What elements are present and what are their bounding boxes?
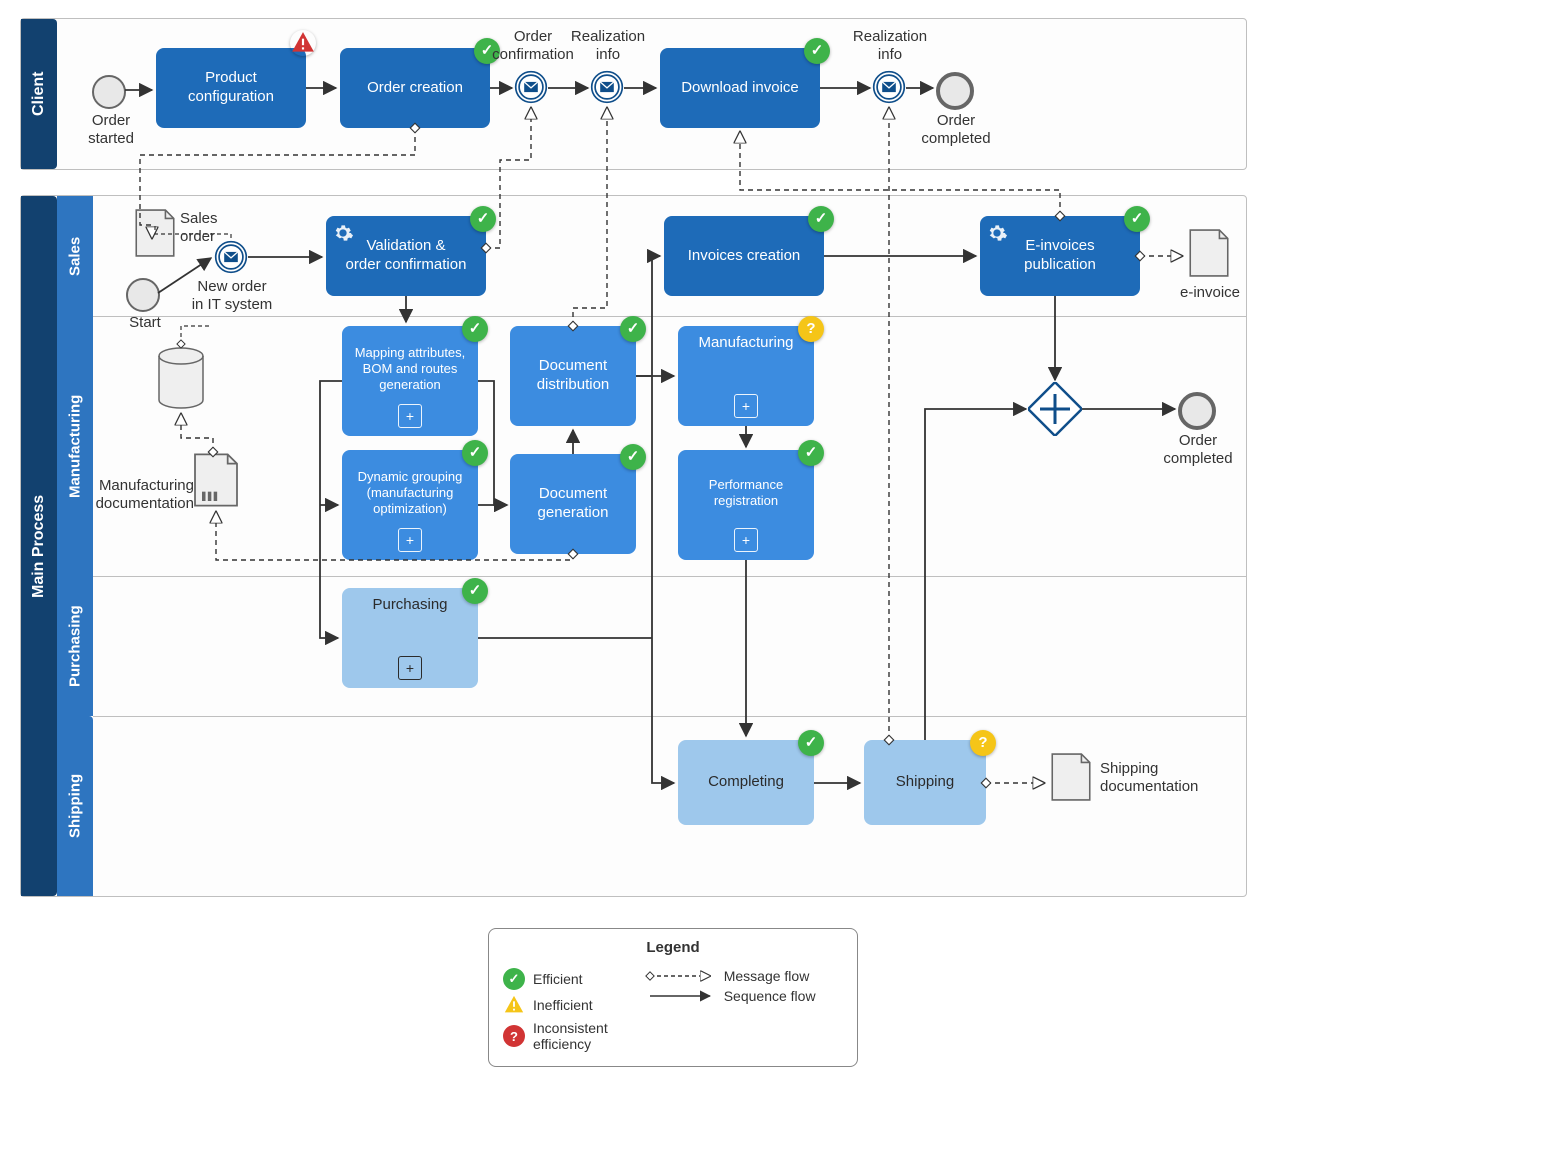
event-order-completed-client — [936, 72, 974, 110]
lane-manufacturing-label: Manufacturing — [57, 316, 93, 576]
task-download-invoice-label: Download invoice — [681, 79, 799, 98]
label-ship-docs: Shipping documentation — [1100, 760, 1210, 796]
task-dynamic[interactable]: Dynamic grouping (manufacturing optimiza… — [342, 450, 478, 560]
artifact-einvoice — [1188, 228, 1230, 278]
sub-process-icon: + — [398, 656, 422, 680]
task-doc-gen-label: Document generation — [538, 485, 609, 523]
bpmn-diagram-canvas: Client Order started Product configurati… — [0, 0, 1560, 1169]
task-doc-dist[interactable]: Document distribution ✓ — [510, 326, 636, 426]
efficient-icon: ✓ — [503, 968, 525, 990]
task-order-creation-label: Order creation — [367, 79, 463, 98]
lane-sales-label: Sales — [57, 196, 93, 316]
artifact-mfg-docs — [192, 452, 240, 508]
label-realization-info-1: Realization info — [568, 28, 648, 64]
label-order-completed-main: Order completed — [1156, 432, 1240, 468]
task-doc-dist-label: Document distribution — [537, 357, 610, 395]
label-start: Start — [120, 314, 170, 332]
efficient-icon: ✓ — [808, 206, 834, 232]
inconsistent-icon: ? — [970, 730, 996, 756]
efficient-icon: ✓ — [620, 316, 646, 342]
artifact-sales-order — [134, 208, 176, 258]
task-validation-label: Validation & order confirmation — [346, 237, 467, 275]
task-manufacturing[interactable]: Manufacturing + ? — [678, 326, 814, 426]
task-purchasing-label: Purchasing — [372, 596, 447, 615]
label-new-order: New order in IT system — [182, 278, 282, 314]
task-validation[interactable]: Validation & order confirmation ✓ — [326, 216, 486, 296]
lane-shipping-label: Shipping — [57, 716, 93, 896]
efficient-icon: ✓ — [620, 444, 646, 470]
efficient-icon: ✓ — [798, 440, 824, 466]
task-completing-label: Completing — [708, 773, 784, 792]
artifact-ship-docs — [1050, 752, 1092, 802]
event-realization-info-1 — [590, 70, 624, 104]
legend-sequence-flow-label: Sequence flow — [724, 988, 816, 1004]
task-invoices-creation[interactable]: Invoices creation ✓ — [664, 216, 824, 296]
task-order-creation[interactable]: Order creation ✓ — [340, 48, 490, 128]
sequence-flow-sample — [644, 988, 716, 1004]
task-completing[interactable]: Completing ✓ — [678, 740, 814, 825]
event-start — [126, 278, 160, 312]
efficient-icon: ✓ — [470, 206, 496, 232]
label-order-completed-client: Order completed — [916, 112, 996, 148]
lane-purchasing-label: Purchasing — [57, 576, 93, 716]
sub-process-icon: + — [734, 394, 758, 418]
task-product-configuration-label: Product configuration — [188, 69, 274, 107]
event-order-confirmation — [514, 70, 548, 104]
gear-icon — [332, 222, 354, 244]
event-realization-info-2 — [872, 70, 906, 104]
event-new-order — [214, 240, 248, 274]
task-dynamic-label: Dynamic grouping (manufacturing optimiza… — [358, 469, 463, 518]
task-invoices-creation-label: Invoices creation — [688, 247, 801, 266]
label-realization-info-2: Realization info — [850, 28, 930, 64]
gear-icon — [986, 222, 1008, 244]
pool-main-label: Main Process — [21, 196, 57, 896]
pool-client-label-text: Client — [30, 72, 48, 116]
event-order-completed-main — [1178, 392, 1216, 430]
gateway-parallel — [1028, 382, 1082, 436]
legend-inconsistent-label: Inconsistent efficiency — [533, 1020, 608, 1052]
task-shipping-label: Shipping — [896, 773, 954, 792]
efficient-icon: ✓ — [462, 440, 488, 466]
task-manufacturing-label: Manufacturing — [698, 334, 793, 353]
event-order-started — [92, 75, 126, 109]
task-mapping[interactable]: Mapping attributes, BOM and routes gener… — [342, 326, 478, 436]
task-einvoices-label: E-invoices publication — [1024, 237, 1096, 275]
label-mfg-docs: Manufacturing documentation — [94, 477, 194, 513]
label-einvoice: e-invoice — [1178, 284, 1242, 302]
sub-process-icon: + — [398, 404, 422, 428]
task-doc-gen[interactable]: Document generation ✓ — [510, 454, 636, 554]
sub-process-icon: + — [398, 528, 422, 552]
pool-main-label-text: Main Process — [30, 494, 48, 597]
task-download-invoice[interactable]: Download invoice ✓ — [660, 48, 820, 128]
efficient-icon: ✓ — [804, 38, 830, 64]
legend: Legend ✓ Efficient Inefficient ? Inconsist… — [488, 928, 858, 1067]
inconsistent-icon: ? — [798, 316, 824, 342]
legend-inefficient-label: Inefficient — [533, 997, 593, 1013]
efficient-icon: ✓ — [1124, 206, 1150, 232]
efficient-icon: ✓ — [462, 316, 488, 342]
task-performance-label: Performance registration — [709, 477, 783, 510]
task-shipping[interactable]: Shipping ? — [864, 740, 986, 825]
legend-efficient-label: Efficient — [533, 971, 583, 987]
inefficient-icon — [290, 30, 316, 56]
message-flow-sample — [644, 968, 716, 984]
artifact-db — [156, 346, 206, 410]
label-order-confirmation: Order confirmation — [490, 28, 576, 64]
label-order-started: Order started — [76, 112, 146, 148]
task-performance[interactable]: Performance registration + ✓ — [678, 450, 814, 560]
efficient-icon: ✓ — [798, 730, 824, 756]
task-product-configuration[interactable]: Product configuration — [156, 48, 306, 128]
task-einvoices[interactable]: E-invoices publication ✓ — [980, 216, 1140, 296]
legend-message-flow-label: Message flow — [724, 968, 810, 984]
task-mapping-label: Mapping attributes, BOM and routes gener… — [355, 345, 466, 394]
pool-client-label: Client — [21, 19, 57, 169]
efficient-icon: ✓ — [462, 578, 488, 604]
task-purchasing[interactable]: Purchasing + ✓ — [342, 588, 478, 688]
inconsistent-icon: ? — [503, 1025, 525, 1047]
sub-process-icon: + — [734, 528, 758, 552]
legend-title: Legend — [503, 939, 843, 956]
inefficient-icon — [503, 994, 525, 1016]
